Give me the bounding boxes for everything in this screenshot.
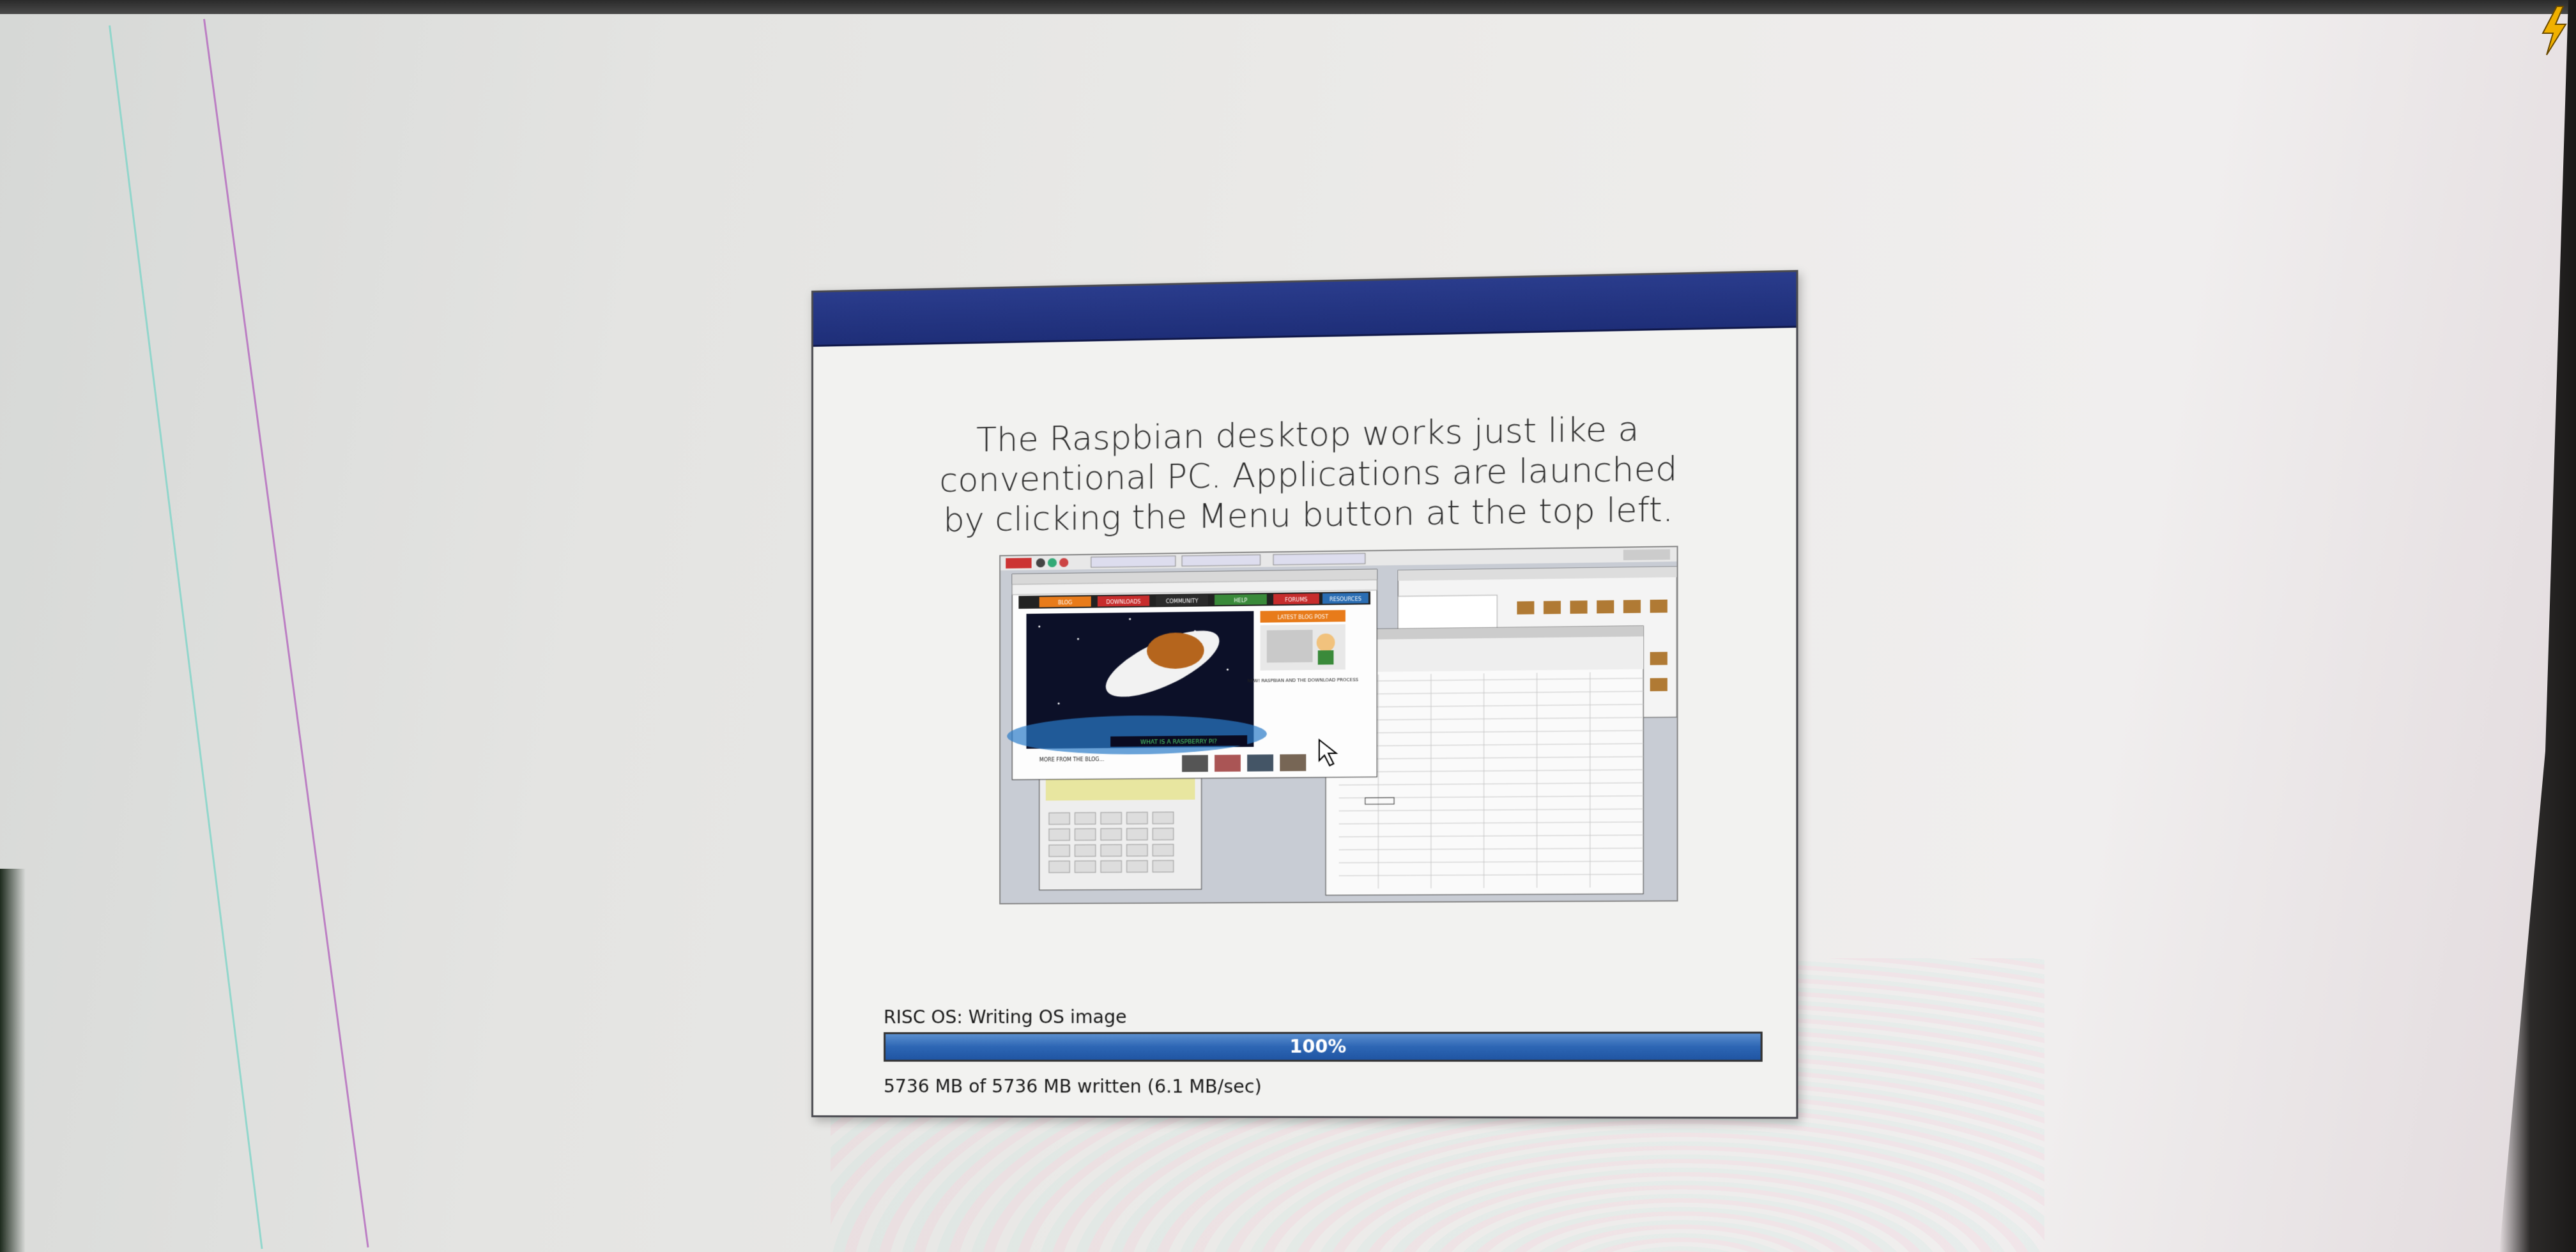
browser-nav-item: COMMUNITY [1166, 598, 1199, 604]
browser-nav-item: BLOG [1058, 600, 1072, 606]
side-text: NEW! RASPBIAN AND THE DOWNLOAD PROCESS [1247, 677, 1359, 683]
slide-caption: The Raspbian desktop works just like a c… [939, 409, 1678, 540]
hero-caption: WHAT IS A RASPBERRY PI? [1140, 739, 1217, 746]
side-heading: LATEST BLOG POST [1277, 614, 1328, 620]
monitor-top-bezel [0, 0, 2576, 14]
footer-text: MORE FROM THE BLOG... [1039, 756, 1105, 763]
progress-bar: 100% [884, 1031, 1763, 1062]
monitor-left-bezel [0, 869, 26, 1252]
menu-button-icon [1006, 558, 1032, 569]
lightning-bolt-icon [2542, 6, 2567, 56]
installer-dialog: The Raspbian desktop works just like a c… [811, 270, 1798, 1119]
screen-artifact-line [203, 19, 369, 1248]
progress-percent: 100% [1289, 1035, 1347, 1057]
slide-screenshot: BLOG DOWNLOADS COMMUNITY HELP FORUMS RES… [999, 546, 1678, 905]
status-label: RISC OS: Writing OS image [884, 1006, 1127, 1028]
browser-nav-item: FORUMS [1285, 597, 1307, 603]
monitor-right-bezel [2499, 0, 2576, 1252]
screen-artifact-line [109, 25, 263, 1249]
bytes-written-label: 5736 MB of 5736 MB written (6.1 MB/sec) [884, 1076, 1262, 1097]
browser-nav-item: RESOURCES [1330, 596, 1361, 602]
browser-nav-item: DOWNLOADS [1106, 599, 1140, 606]
dialog-titlebar [813, 271, 1797, 347]
browser-nav-item: HELP [1234, 598, 1247, 604]
